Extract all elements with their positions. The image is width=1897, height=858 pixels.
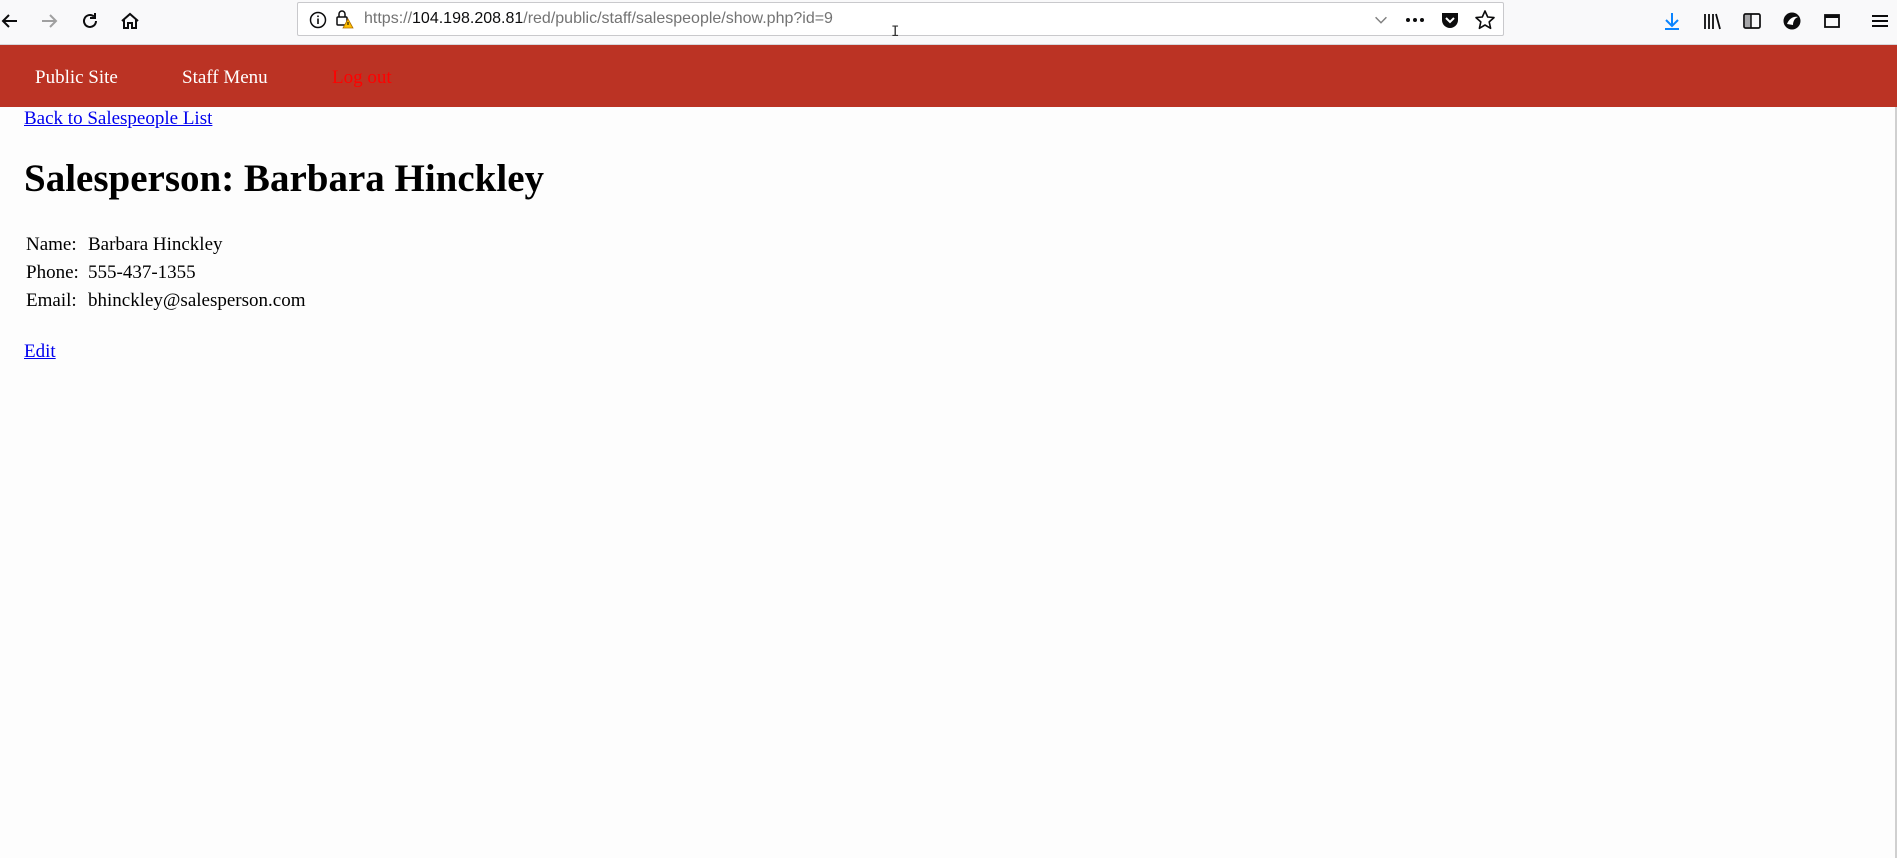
download-icon[interactable] xyxy=(1656,5,1688,37)
library-icon[interactable] xyxy=(1696,5,1728,37)
attribute-value: Barbara Hinckley xyxy=(88,234,223,255)
nav-log-out[interactable]: Log out xyxy=(332,67,392,89)
account-icon[interactable] xyxy=(1776,5,1808,37)
text-cursor-icon: I xyxy=(891,24,900,40)
chevron-down-icon[interactable] xyxy=(1370,9,1392,31)
info-icon[interactable] xyxy=(308,10,328,30)
attribute-label: Email: xyxy=(26,290,77,311)
attribute-row-phone: Phone: 555-437-1355 xyxy=(26,262,305,290)
browser-toolbar: https://104.198.208.81/red/public/staff/… xyxy=(0,0,1897,45)
back-to-list-link[interactable]: Back to Salespeople List xyxy=(24,108,212,130)
attribute-label: Name: xyxy=(26,234,77,255)
attribute-value: 555-437-1355 xyxy=(88,262,196,283)
salesperson-attributes: Name: Barbara Hinckley Phone: 555-437-13… xyxy=(26,234,305,318)
star-icon[interactable] xyxy=(1474,9,1496,31)
nav-public-site[interactable]: Public Site xyxy=(35,67,118,89)
home-icon[interactable] xyxy=(114,5,146,37)
insecure-lock-icon[interactable] xyxy=(334,9,354,29)
attribute-label: Phone: xyxy=(26,262,79,283)
url-bar[interactable]: https://104.198.208.81/red/public/staff/… xyxy=(297,2,1504,40)
url-text[interactable]: https://104.198.208.81/red/public/staff/… xyxy=(364,10,833,28)
attribute-value: bhinckley@salesperson.com xyxy=(88,290,306,311)
edit-link[interactable]: Edit xyxy=(24,341,56,363)
page-title: Salesperson: Barbara Hinckley xyxy=(24,157,545,200)
nav-staff-menu[interactable]: Staff Menu xyxy=(182,67,268,89)
sidebar-icon[interactable] xyxy=(1736,5,1768,37)
reload-icon[interactable] xyxy=(74,5,106,37)
forward-arrow-icon[interactable] xyxy=(33,5,65,37)
hamburger-menu-icon[interactable] xyxy=(1864,5,1896,37)
site-nav-bar: Public Site Staff Menu Log out xyxy=(0,45,1897,107)
attribute-row-name: Name: Barbara Hinckley xyxy=(26,234,305,262)
back-arrow-icon[interactable] xyxy=(0,5,26,37)
attribute-row-email: Email: bhinckley@salesperson.com xyxy=(26,290,305,318)
more-icon[interactable] xyxy=(1404,9,1426,31)
window-icon[interactable] xyxy=(1816,5,1848,37)
pocket-icon[interactable] xyxy=(1439,9,1461,31)
